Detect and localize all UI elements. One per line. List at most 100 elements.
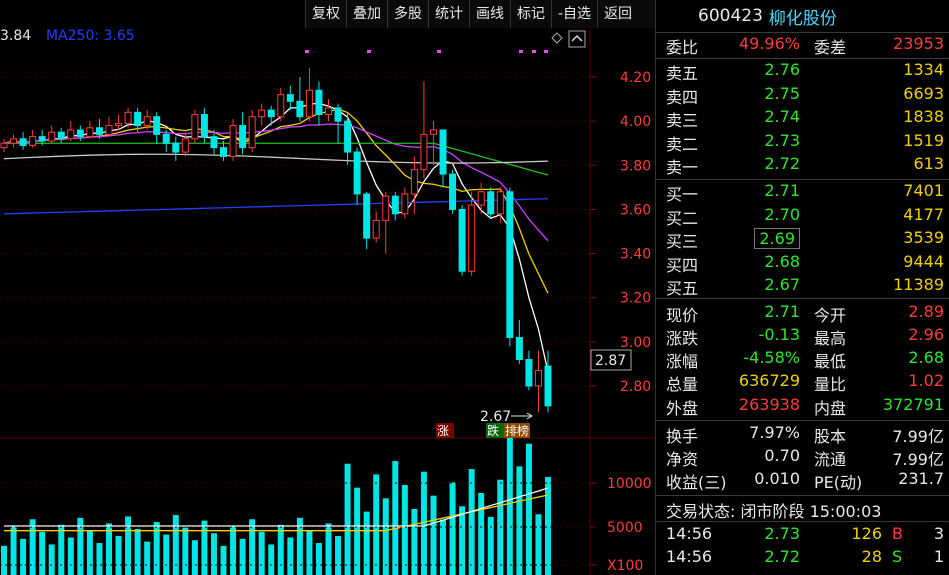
volume-bar xyxy=(440,519,447,575)
volume-bar xyxy=(58,524,65,575)
quote-row-2: 涨跌 -0.13 最高 2.96 xyxy=(656,325,949,348)
current-price: 2.71 xyxy=(764,302,800,321)
statistics-button[interactable]: 统计 xyxy=(428,0,469,28)
ask-5-price: 2.76 xyxy=(764,60,800,79)
volume-bar xyxy=(258,531,265,575)
bid-4-label: 买四 xyxy=(666,255,699,275)
tick-row: 14:56 2.73 126 B 3 xyxy=(656,524,949,547)
shares-label: 股本 xyxy=(814,427,847,446)
candle-body xyxy=(134,111,142,127)
weibi-label: 委比 xyxy=(666,38,699,57)
multi-stock-button[interactable]: 多股 xyxy=(387,0,428,28)
outer-label: 外盘 xyxy=(666,399,699,418)
candle-body xyxy=(382,195,390,221)
volume-bar xyxy=(487,516,494,575)
draw-line-button[interactable]: 画线 xyxy=(469,0,510,28)
candle-body xyxy=(286,94,294,102)
candle-body xyxy=(124,111,132,124)
tick-row: 14:56 2.72 28 S 1 xyxy=(656,547,949,570)
candle-body xyxy=(191,114,199,140)
volume-bar xyxy=(306,530,313,575)
turnover-value: 7.97% xyxy=(749,423,800,442)
volume-bar xyxy=(67,537,74,575)
volume-bar xyxy=(86,530,93,575)
candle-body xyxy=(239,125,247,149)
volume-bar xyxy=(401,485,408,575)
volume-bar xyxy=(220,545,227,575)
candle-body xyxy=(534,370,542,387)
tick-side: B xyxy=(892,524,903,543)
bid-3-row[interactable]: 买三 2.69 3539 xyxy=(656,228,949,251)
trade-status: 交易状态: 闭市阶段 15:00:03 xyxy=(666,502,882,521)
volume-bar xyxy=(144,541,151,575)
candle-body xyxy=(363,193,371,239)
open-price: 2.89 xyxy=(908,302,944,321)
bid-1-row[interactable]: 买一 2.71 7401 xyxy=(656,181,949,204)
fuquan-button[interactable]: 复权 xyxy=(305,0,346,28)
ma-first-value: 3.84 xyxy=(0,28,32,44)
candle-body xyxy=(344,120,352,153)
candle-body xyxy=(76,129,84,138)
overlay-button[interactable]: 叠加 xyxy=(346,0,387,28)
ask-2-price: 2.73 xyxy=(764,130,800,150)
volume-bar xyxy=(315,543,322,575)
candle-body xyxy=(506,191,514,338)
volume-bar xyxy=(172,515,179,575)
weicha-value: 23953 xyxy=(893,34,944,53)
volume-bar xyxy=(344,463,351,575)
volume-bar xyxy=(201,520,208,575)
inner-value: 372791 xyxy=(882,395,944,414)
remove-watchlist-button[interactable]: -自选 xyxy=(551,0,597,28)
candle-body xyxy=(200,114,208,138)
ask-1-volume: 613 xyxy=(913,154,944,173)
mark-button[interactable]: 标记 xyxy=(510,0,551,28)
ask-5-row[interactable]: 卖五 2.76 1334 xyxy=(656,60,949,83)
ask-1-row[interactable]: 卖一 2.72 613 xyxy=(656,154,949,177)
bid-5-volume: 11389 xyxy=(893,275,944,294)
ask-3-row[interactable]: 卖三 2.74 1838 xyxy=(656,107,949,130)
weibi-value: 49.96% xyxy=(738,34,800,53)
volume-bar xyxy=(48,544,55,575)
tick-count: 1 xyxy=(933,547,944,566)
stock-name[interactable]: 柳化股份 xyxy=(769,4,837,29)
ask-4-price: 2.75 xyxy=(764,83,800,103)
ask-4-row[interactable]: 卖四 2.75 6693 xyxy=(656,84,949,107)
candle-body xyxy=(334,107,342,122)
quote-panel: 600423 柳化股份 委比 49.96% 委差 23953 卖五 2.76 133… xyxy=(655,0,949,575)
fund-row-1: 换手 7.97% 股本 7.99亿 xyxy=(656,423,949,446)
tick-time: 14:56 xyxy=(666,547,713,566)
pe-value: 231.7 xyxy=(898,469,944,488)
bid-5-row[interactable]: 买五 2.67 11389 xyxy=(656,275,949,298)
ask-2-volume: 1519 xyxy=(903,130,944,150)
ma250-value: MA250: 3.65 xyxy=(46,28,135,44)
volume-bar xyxy=(39,531,46,575)
net-assets-value: 0.70 xyxy=(764,446,800,465)
candle-body xyxy=(496,191,504,215)
bid-4-row[interactable]: 买四 2.68 9444 xyxy=(656,252,949,275)
bid-2-row[interactable]: 买二 2.70 4177 xyxy=(656,205,949,228)
bid-3-volume: 3539 xyxy=(903,228,944,247)
ask-3-volume: 1838 xyxy=(903,107,944,126)
volume-bar xyxy=(478,492,485,575)
stock-code: 600423 xyxy=(698,6,763,26)
bid-2-label: 买二 xyxy=(666,208,699,228)
candle-body xyxy=(162,133,170,144)
volume-bar xyxy=(163,534,170,575)
tick-volume: 28 xyxy=(861,547,882,566)
float-value: 7.99亿 xyxy=(892,450,944,469)
price-tick-label: 4.00 xyxy=(620,114,651,130)
kline-chart[interactable]: 4.20 4.00 3.80 3.60 3.40 3.20 3.00 2.80 10000 50… xyxy=(0,0,655,575)
marker-up-label: 涨 xyxy=(437,423,449,438)
volume-bar xyxy=(430,495,437,575)
marker-down-label: 跌 xyxy=(487,423,499,438)
volume-tick-label: 5000 xyxy=(607,520,643,536)
volume-bar xyxy=(373,474,380,575)
candle-body xyxy=(10,138,18,144)
back-button[interactable]: 返回 xyxy=(597,0,638,28)
candle-body xyxy=(258,109,266,118)
candle-body xyxy=(220,147,228,157)
ask-2-row[interactable]: 卖二 2.73 1519 xyxy=(656,131,949,154)
inner-label: 内盘 xyxy=(814,399,847,418)
price-tick-label: 2.80 xyxy=(620,379,651,395)
volume-ratio-label: 量比 xyxy=(814,375,847,394)
